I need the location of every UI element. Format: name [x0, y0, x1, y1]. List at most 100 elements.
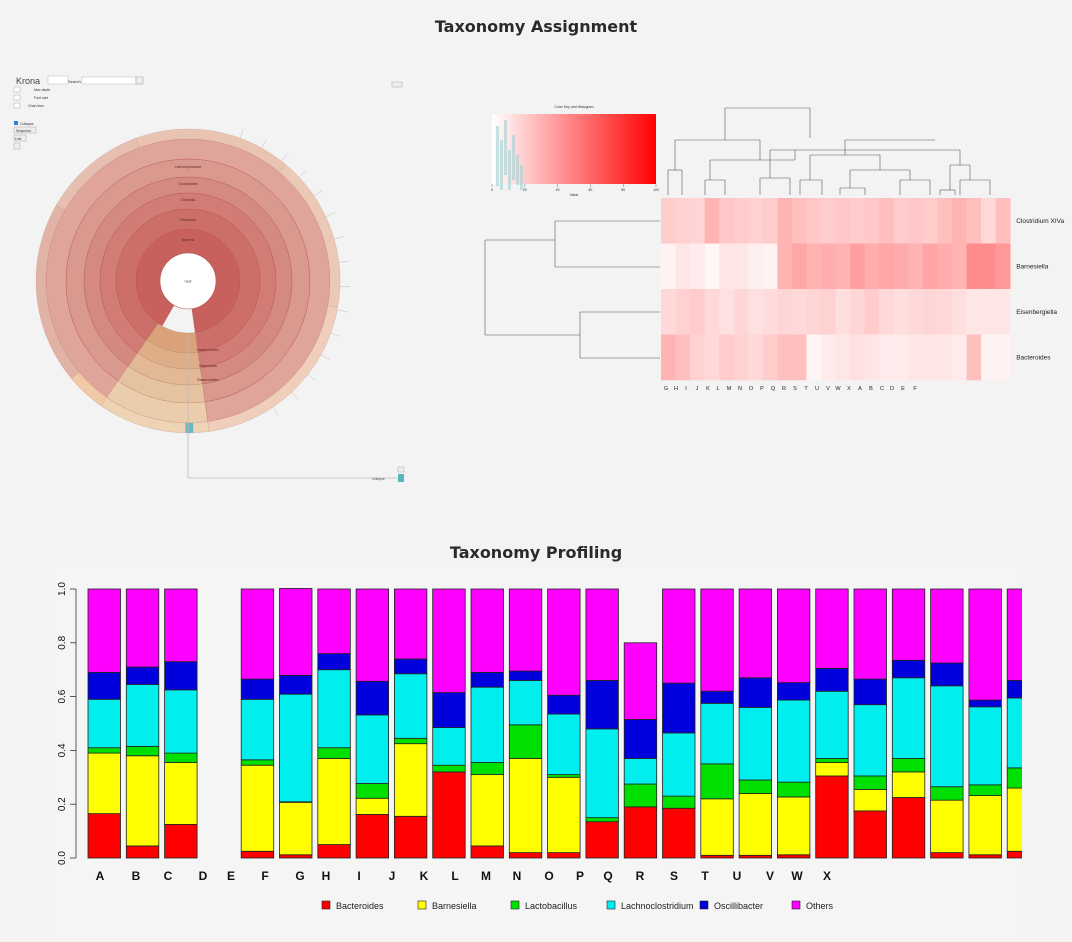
search-input[interactable]: [82, 77, 136, 84]
x-tick-label: D: [199, 869, 208, 883]
x-tick-label: O: [544, 869, 553, 883]
bar-segment-oscillibacter: [280, 675, 313, 694]
bar-segment-oscillibacter: [624, 719, 657, 758]
heatmap-cell: [894, 335, 909, 381]
bar-segment-lachnoclostridium: [509, 680, 542, 724]
legend-swatch: [792, 901, 800, 909]
link-label: Link: [15, 137, 22, 141]
heatmap-cell: [952, 335, 967, 381]
heatmap-cell: [777, 244, 792, 290]
bar-segment-bacteroides: [471, 846, 504, 858]
bar-segment-barnesiella: [165, 763, 198, 825]
y-axis: 0.00.20.40.60.81.0: [57, 582, 76, 865]
heatmap-cell: [836, 198, 851, 244]
heatmap-cell: [894, 244, 909, 290]
heatmap-cell: [937, 335, 952, 381]
heatmap-cell: [952, 244, 967, 290]
bar-segment-bacteroides: [777, 855, 810, 858]
krona-leader-line: [282, 153, 288, 161]
heatmap-cell: [807, 289, 822, 335]
legend-swatch: [511, 901, 519, 909]
collapse-label: Collapse: [20, 122, 34, 126]
krona-svg[interactable]: Krona Search Max depth Font size Chart s…: [0, 70, 440, 490]
heatmap-cell: [937, 289, 952, 335]
krona-chart-panel[interactable]: Krona Search Max depth Font size Chart s…: [0, 70, 440, 490]
bar-segment-others: [165, 589, 198, 662]
bar-segment-bacteroides: [394, 816, 427, 858]
krona-sunburst[interactable]: rootBacteriaFirmicutesClostridiaClostrid…: [36, 129, 350, 433]
bar-segment-bacteroides: [892, 797, 925, 858]
krona-ring-label: Bacteroidia: [199, 364, 217, 368]
bar-segment-others: [126, 589, 159, 667]
heatmap-cell: [894, 289, 909, 335]
krona-ring-label: Bacteroidales: [197, 378, 218, 382]
legend-label: Oscillibacter: [714, 901, 763, 911]
chart-size-label: Chart size: [28, 104, 44, 108]
bar-segment-lachnoclostridium: [126, 684, 159, 746]
bar-segment-lactobacillus: [548, 775, 581, 778]
bar-segment-bacteroides: [624, 807, 657, 858]
heatmap-cell: [734, 244, 749, 290]
bar-segment-others: [433, 589, 466, 693]
heatmap-row-label: Barnesiella: [1016, 263, 1049, 270]
bar-segment-oscillibacter: [433, 693, 466, 728]
heatmap-cell: [676, 335, 691, 381]
max-depth-control[interactable]: [14, 87, 20, 92]
bar-segment-lachnoclostridium: [892, 678, 925, 759]
bar-segment-lachnoclostridium: [701, 703, 734, 764]
chart-size-control[interactable]: [14, 103, 20, 108]
stacked-bars: [88, 588, 1022, 858]
bar-segment-lactobacillus: [816, 758, 849, 762]
help-button[interactable]: [14, 143, 20, 149]
krona-back-button[interactable]: [48, 76, 68, 84]
font-size-control[interactable]: [14, 95, 20, 100]
krona-footer-label: collapse: [372, 477, 385, 481]
bar-segment-lachnoclostridium: [931, 686, 964, 787]
details-toggle-button[interactable]: [392, 82, 402, 87]
heatmap-column-label: T: [804, 386, 808, 392]
bar-segment-bacteroides: [318, 845, 351, 858]
bar-segment-barnesiella: [356, 798, 389, 814]
heatmap-cell: [981, 289, 996, 335]
bar-segment-oscillibacter: [394, 659, 427, 674]
search-clear-button[interactable]: [136, 77, 143, 84]
heatmap-column-label: Q: [771, 386, 776, 392]
bar-segment-others: [777, 589, 810, 683]
bar-segment-oscillibacter: [739, 678, 772, 708]
heatmap-cell: [807, 198, 822, 244]
color-key-xlabel: Value: [570, 193, 579, 197]
heatmap-column-label: X: [847, 386, 851, 392]
bar-segment-barnesiella: [241, 765, 274, 851]
heatmap-cell: [865, 244, 880, 290]
collapse-checkbox[interactable]: [14, 121, 18, 125]
heatmap-cell: [850, 198, 865, 244]
krona-ring-label: Clostridiales: [178, 182, 197, 186]
bar-segment-others: [1007, 589, 1022, 680]
heatmap-column-label: D: [890, 386, 894, 392]
heatmap-cell: [719, 198, 734, 244]
krona-highlight-segment[interactable]: [185, 423, 193, 433]
heatmap-cell: [748, 289, 763, 335]
bar-segment-bacteroides: [701, 855, 734, 858]
bar-segment-oscillibacter: [777, 683, 810, 700]
x-tick-label: J: [389, 869, 396, 883]
krona-ring-label: Bacteroidetes: [197, 348, 219, 352]
bar-segment-lactobacillus: [854, 776, 887, 789]
heatmap-cell: [676, 289, 691, 335]
x-tick-label: P: [576, 869, 584, 883]
x-tick-label: E: [227, 869, 235, 883]
bar-segment-lactobacillus: [969, 785, 1002, 796]
key-tick-label: 80: [621, 188, 625, 192]
heatmap-column-label: J: [696, 386, 699, 392]
krona-color-toggle[interactable]: [398, 467, 404, 472]
heatmap-column-label: M: [727, 386, 732, 392]
bar-segment-lactobacillus: [663, 796, 696, 808]
heatmap-cell: [705, 244, 720, 290]
heatmap-column-label: G: [664, 386, 668, 392]
heatmap-cell: [981, 335, 996, 381]
heatmap-cell: [967, 335, 982, 381]
heatmap-column-label: W: [835, 386, 841, 392]
bar-segment-barnesiella: [88, 753, 121, 814]
bar-segment-oscillibacter: [126, 667, 159, 684]
profiling-svg: 0.00.20.40.60.81.0 ABCDEFGHIJKLMNOPQRSTU…: [50, 568, 1022, 938]
